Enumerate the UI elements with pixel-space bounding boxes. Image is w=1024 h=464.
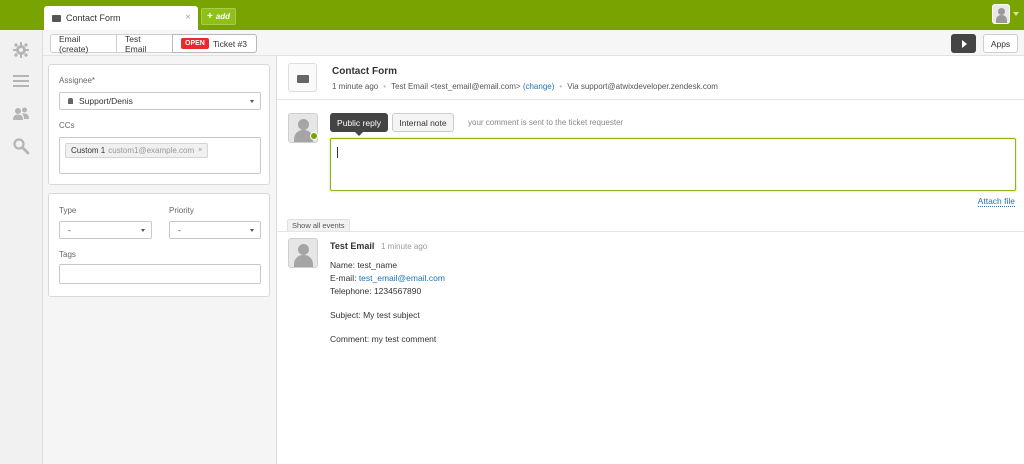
selected-pointer-icon bbox=[355, 132, 363, 136]
person-icon bbox=[68, 98, 73, 104]
assignee-label: Assignee* bbox=[59, 76, 96, 85]
type-select[interactable]: - bbox=[59, 221, 152, 239]
comment-textarea[interactable] bbox=[330, 138, 1016, 191]
priority-label: Priority bbox=[169, 206, 194, 215]
status-badge: OPEN bbox=[181, 38, 209, 49]
add-tab-button[interactable]: + add bbox=[201, 8, 236, 25]
assignee-value: Support/Denis bbox=[79, 96, 133, 106]
event-phone-line: Telephone: 1234567890 bbox=[330, 286, 422, 296]
event-time: 1 minute ago bbox=[381, 242, 428, 251]
ticket-time: 1 minute ago bbox=[332, 82, 379, 91]
list-icon[interactable] bbox=[12, 72, 30, 90]
event-comment-line: Comment: my test comment bbox=[330, 334, 437, 344]
reply-hint: your comment is sent to the ticket reque… bbox=[468, 118, 624, 127]
breadcrumb-ticket[interactable]: OPEN Ticket #3 bbox=[172, 34, 257, 53]
divider bbox=[277, 231, 1024, 232]
online-status-icon bbox=[310, 132, 318, 140]
top-bar: Contact Form × + add bbox=[0, 0, 1024, 30]
tags-label: Tags bbox=[59, 250, 76, 259]
conversation-pane: Contact Form 1 minute ago • Test Email <te… bbox=[277, 56, 1024, 464]
ticket-subject: Contact Form bbox=[332, 66, 397, 77]
add-label: add bbox=[215, 12, 231, 21]
ticket-meta: 1 minute ago • Test Email <test_email@emai… bbox=[332, 82, 718, 91]
cc-remove-icon[interactable]: × bbox=[198, 147, 202, 154]
requester: Test Email <test_email@email.com> bbox=[391, 82, 521, 91]
type-label: Type bbox=[59, 206, 77, 215]
event-name-line: Name: test_name bbox=[330, 260, 398, 270]
assignee-select[interactable]: Support/Denis bbox=[59, 92, 261, 110]
cc-email: custom1@example.com bbox=[108, 146, 195, 155]
priority-select[interactable]: - bbox=[169, 221, 261, 239]
cc-name: Custom 1 bbox=[71, 146, 106, 155]
left-nav bbox=[0, 30, 43, 464]
users-icon[interactable] bbox=[12, 105, 30, 123]
next-button[interactable] bbox=[951, 34, 976, 53]
close-tab-icon[interactable]: × bbox=[185, 12, 191, 23]
public-reply-button[interactable]: Public reply bbox=[330, 113, 388, 132]
ticket-toolbar: Email (create) Test Email OPEN Ticket #3… bbox=[43, 30, 1024, 56]
ccs-field[interactable]: Custom 1 custom1@example.com × bbox=[59, 137, 261, 174]
event-subject-line: Subject: My test subject bbox=[330, 310, 420, 320]
mail-icon bbox=[52, 14, 61, 22]
play-icon bbox=[961, 39, 967, 48]
text-cursor bbox=[337, 147, 338, 158]
apps-button[interactable]: Apps bbox=[983, 34, 1018, 53]
ticket-label: Ticket #3 bbox=[212, 38, 248, 49]
breadcrumb-email-create[interactable]: Email (create) bbox=[50, 34, 117, 54]
ticket-properties-panel: Assignee* Support/Denis CCs Custom 1 cus… bbox=[43, 56, 277, 464]
ccs-label: CCs bbox=[59, 121, 75, 130]
breadcrumb-test-email[interactable]: Test Email bbox=[116, 34, 173, 54]
requester-avatar bbox=[288, 238, 318, 268]
chevron-down-icon[interactable] bbox=[1013, 12, 1019, 16]
priority-value: - bbox=[178, 225, 181, 235]
chevron-down-icon bbox=[250, 100, 254, 103]
internal-note-button[interactable]: Internal note bbox=[392, 113, 454, 132]
event-email-line: E-mail: test_email@email.com bbox=[330, 273, 445, 283]
change-requester-link[interactable]: (change) bbox=[523, 82, 555, 91]
via-address: Via support@atwixdeveloper.zendesk.com bbox=[567, 82, 718, 91]
user-avatar[interactable] bbox=[992, 4, 1010, 24]
type-value: - bbox=[68, 225, 71, 235]
envelope-icon bbox=[297, 75, 309, 83]
search-icon[interactable] bbox=[12, 137, 30, 155]
attach-file-link[interactable]: Attach file bbox=[977, 196, 1015, 207]
chevron-down-icon bbox=[250, 229, 254, 232]
assignee-card: Assignee* Support/Denis CCs Custom 1 cus… bbox=[48, 64, 270, 185]
type-priority-card: Type - Priority - Tags bbox=[48, 193, 270, 297]
gear-icon[interactable] bbox=[12, 41, 30, 59]
plus-icon: + bbox=[206, 11, 213, 22]
ticket-header: Contact Form 1 minute ago • Test Email <te… bbox=[277, 56, 1024, 100]
tags-input[interactable] bbox=[59, 264, 261, 284]
event-author: Test Email bbox=[330, 241, 375, 251]
tab-title: Contact Form bbox=[66, 13, 121, 23]
event-email-link[interactable]: test_email@email.com bbox=[359, 273, 445, 283]
channel-icon-box bbox=[288, 63, 317, 92]
cc-chip: Custom 1 custom1@example.com × bbox=[65, 143, 209, 158]
tab-contact-form[interactable]: Contact Form × bbox=[44, 6, 198, 30]
chevron-down-icon bbox=[141, 229, 145, 232]
